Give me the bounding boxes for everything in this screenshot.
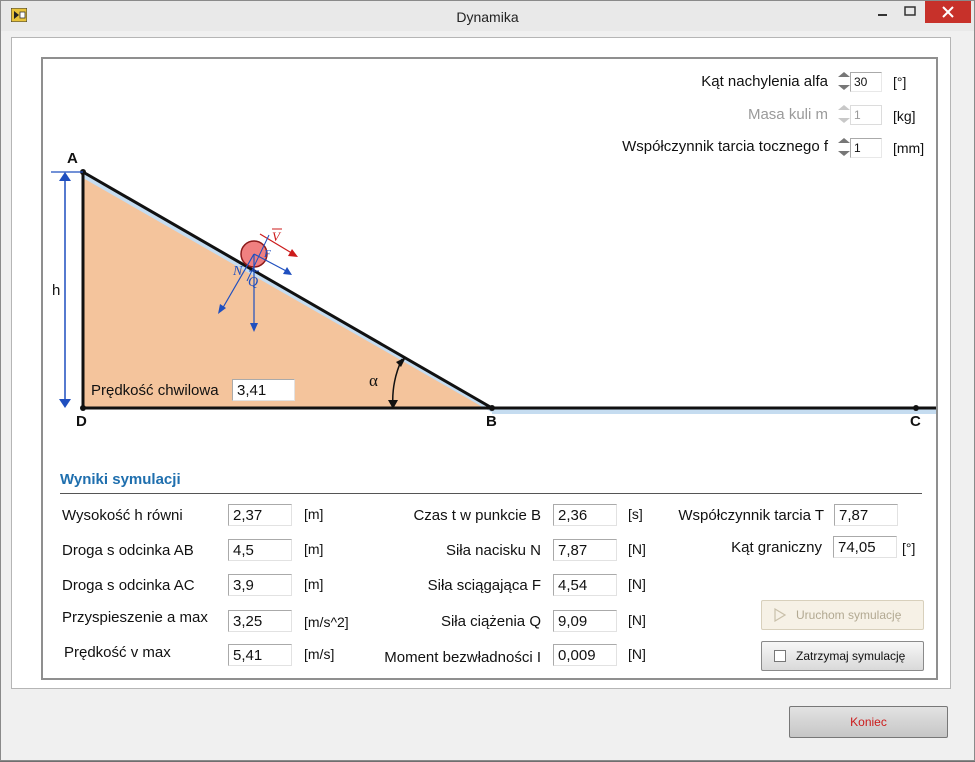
point-c-label: C	[910, 413, 921, 430]
mass-spinner[interactable]	[837, 103, 850, 127]
point-d-dot	[80, 405, 86, 411]
mass-control[interactable]: 1	[837, 103, 883, 127]
mass-label: Masa kuli m	[747, 106, 828, 123]
height-arrow-bottom	[59, 399, 71, 408]
height-label: h	[52, 282, 61, 299]
result-time-unit: [s]	[628, 506, 643, 522]
result-velocity-unit: [m/s]	[304, 646, 335, 662]
friction-label: Współczynnik tarcia tocznego f	[622, 138, 828, 155]
result-acceleration-unit: [m/s^2]	[304, 614, 349, 630]
point-b-dot	[489, 405, 495, 411]
checkbox-icon	[774, 650, 786, 662]
result-inertia-unit: [N]	[628, 646, 646, 662]
angle-input[interactable]: 30	[850, 72, 882, 92]
result-distance-ab-unit: [m]	[304, 541, 324, 557]
result-normal-force-value: 7,87	[553, 539, 617, 561]
result-friction-coef-label: Współczynnik tarcia T	[678, 507, 824, 524]
vector-v-label: V	[272, 229, 282, 244]
result-gravity-unit: [N]	[628, 612, 646, 628]
point-b-label: B	[486, 413, 497, 430]
result-limit-angle-label: Kąt graniczny	[731, 539, 822, 556]
result-normal-force-label: Siła nacisku N	[445, 542, 541, 559]
result-pulling-force-label: Siła sciągająca F	[427, 577, 541, 594]
result-velocity-label: Prędkość v max	[64, 644, 171, 661]
point-d-label: D	[76, 413, 87, 430]
friction-spinner[interactable]	[837, 136, 850, 160]
stop-simulation-label: Zatrzymaj symulację	[796, 649, 906, 663]
result-limit-angle-value: 74,05	[833, 536, 897, 558]
result-inertia-value: 0,009	[553, 644, 617, 666]
mass-unit: [kg]	[893, 108, 916, 124]
result-velocity-value: 5,41	[228, 644, 292, 666]
result-limit-angle-unit: [°]	[902, 540, 916, 556]
friction-unit: [mm]	[893, 140, 925, 156]
result-acceleration-label: Przyspieszenie a max	[62, 609, 208, 626]
app-window: Dynamika V F N Q A D B C h α Prędkość ch…	[0, 0, 975, 761]
point-c-dot	[913, 405, 919, 411]
result-height-value: 2,37	[228, 504, 292, 526]
result-height-label: Wysokość h równi	[62, 507, 183, 524]
result-height-unit: [m]	[304, 506, 324, 522]
vector-f-arrow	[283, 267, 292, 275]
friction-input[interactable]: 1	[850, 138, 882, 158]
result-distance-ab-label: Droga s odcinka AB	[62, 542, 194, 559]
point-a-label: A	[67, 150, 78, 167]
friction-control[interactable]: 1	[837, 136, 883, 160]
angle-unit: [°]	[893, 74, 907, 90]
vector-f-label: F	[263, 248, 271, 260]
results-title: Wyniki symulacji	[60, 471, 181, 488]
end-button[interactable]: Koniec	[789, 706, 948, 738]
angle-control[interactable]: 30	[837, 70, 883, 94]
result-distance-ac-label: Droga s odcinka AC	[62, 577, 195, 594]
result-pulling-force-value: 4,54	[553, 574, 617, 596]
start-simulation-label: Uruchom symulację	[796, 608, 902, 622]
angle-label: Kąt nachylenia alfa	[701, 73, 828, 90]
angle-spinner[interactable]	[837, 70, 850, 94]
result-gravity-label: Siła ciążenia Q	[440, 613, 541, 630]
result-distance-ac-unit: [m]	[304, 576, 324, 592]
result-gravity-value: 9,09	[553, 610, 617, 632]
mass-input[interactable]: 1	[850, 105, 882, 125]
speed-label: Prędkość chwilowa	[91, 382, 219, 399]
start-simulation-button[interactable]: Uruchom symulację	[761, 600, 924, 630]
result-normal-force-unit: [N]	[628, 541, 646, 557]
result-distance-ac-value: 3,9	[228, 574, 292, 596]
vector-n-label: N	[232, 264, 243, 279]
result-time-value: 2,36	[553, 504, 617, 526]
stop-simulation-button[interactable]: Zatrzymaj symulację	[761, 641, 924, 671]
vector-q-label: Q	[248, 275, 258, 290]
result-friction-coef-value: 7,87	[834, 504, 898, 526]
play-icon	[774, 608, 786, 622]
results-divider	[60, 493, 922, 494]
result-acceleration-value: 3,25	[228, 610, 292, 632]
height-arrow-top	[59, 172, 71, 181]
vector-v-arrow	[288, 249, 298, 257]
end-button-label: Koniec	[850, 715, 887, 729]
alpha-label: α	[369, 371, 378, 390]
result-inertia-label: Moment bezwładności I	[384, 649, 541, 666]
speed-value-display: 3,41	[232, 379, 295, 401]
result-distance-ab-value: 4,5	[228, 539, 292, 561]
result-pulling-force-unit: [N]	[628, 576, 646, 592]
result-time-label: Czas t w punkcie B	[413, 507, 541, 524]
